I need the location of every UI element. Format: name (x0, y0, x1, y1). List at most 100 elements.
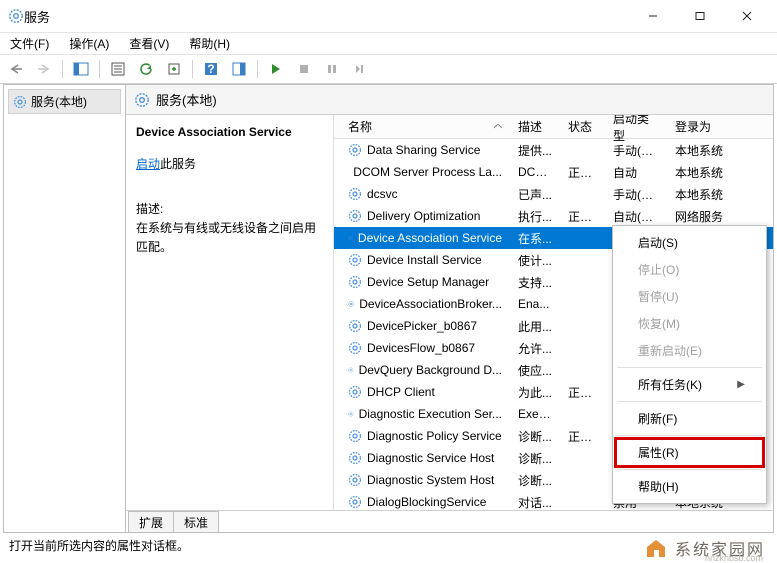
gear-icon (348, 231, 353, 245)
gear-icon (348, 363, 354, 377)
gear-icon (348, 341, 362, 355)
bottom-tabs: 扩展 标准 (126, 510, 773, 532)
ctx-restart: 重新启动(E) (616, 337, 763, 364)
service-name-cell: Diagnostic Policy Service (367, 429, 502, 443)
col-status[interactable]: 状态 (560, 115, 605, 139)
forward-button[interactable] (32, 57, 56, 81)
service-name-cell: DialogBlockingService (367, 495, 486, 509)
service-name-cell: DCOM Server Process La... (353, 165, 502, 179)
tree-pane: 服务(本地) (4, 85, 126, 532)
ctx-all-tasks[interactable]: 所有任务(K)▶ (616, 371, 763, 398)
service-desc-cell: 提供... (510, 142, 560, 159)
properties-button[interactable] (106, 57, 130, 81)
gear-icon (348, 187, 362, 201)
help-pane-button[interactable] (227, 57, 251, 81)
section-title: 服务(本地) (156, 90, 217, 109)
detail-pane: Device Association Service 启动此服务 描述: 在系统… (126, 115, 334, 510)
service-name-cell: Delivery Optimization (367, 209, 480, 223)
tab-standard[interactable]: 标准 (174, 511, 219, 532)
column-headers: 名称 描述 状态 启动类型 登录为 (334, 115, 773, 139)
service-desc-cell: 诊断... (510, 450, 560, 467)
service-name-cell: Device Install Service (367, 253, 482, 267)
close-button[interactable] (724, 2, 769, 30)
service-name: Device Association Service (136, 125, 323, 139)
watermark: 系统家园网 hnzkhbsb.com (643, 535, 765, 561)
gear-icon (348, 253, 362, 267)
service-row[interactable]: DCOM Server Process La...DCOM...正在...自动本… (334, 161, 773, 183)
back-button[interactable] (4, 57, 28, 81)
service-name-cell: Data Sharing Service (367, 143, 480, 157)
service-desc-cell: 诊断... (510, 472, 560, 489)
ctx-pause: 暂停(U) (616, 283, 763, 310)
maximize-button[interactable] (677, 2, 722, 30)
service-status-cell: 正在... (560, 384, 605, 401)
service-start-cell: 自动 (605, 164, 667, 181)
service-desc-cell: 此用... (510, 318, 560, 335)
col-desc[interactable]: 描述 (510, 115, 560, 139)
ctx-resume: 恢复(M) (616, 310, 763, 337)
menu-action[interactable]: 操作(A) (65, 33, 113, 54)
col-name[interactable]: 名称 (340, 115, 510, 139)
service-desc-cell: 执行... (510, 208, 560, 225)
stop-service-button[interactable] (292, 57, 316, 81)
gear-icon (348, 495, 362, 509)
menu-help[interactable]: 帮助(H) (185, 33, 234, 54)
window-title: 服务 (24, 7, 630, 26)
menu-file[interactable]: 文件(F) (6, 33, 53, 54)
gear-icon (348, 473, 362, 487)
service-name-cell: dcsvc (367, 187, 398, 201)
gear-icon (348, 385, 362, 399)
desc-text: 在系统与有线或无线设备之间启用匹配。 (136, 219, 323, 257)
service-desc-cell: 支持... (510, 274, 560, 291)
service-row[interactable]: Delivery Optimization执行...正在...自动(延迟...网… (334, 205, 773, 227)
status-text: 打开当前所选内容的属性对话框。 (9, 537, 189, 554)
minimize-button[interactable] (630, 2, 675, 30)
col-logon[interactable]: 登录为 (667, 115, 773, 139)
service-name-cell: DevQuery Background D... (359, 363, 502, 377)
start-link[interactable]: 启动 (136, 157, 160, 171)
start-service-button[interactable] (264, 57, 288, 81)
ctx-start[interactable]: 启动(S) (616, 229, 763, 256)
restart-service-button[interactable] (348, 57, 372, 81)
gear-icon (348, 429, 362, 443)
svg-text:?: ? (207, 62, 214, 76)
menu-view[interactable]: 查看(V) (125, 33, 173, 54)
tree-root-item[interactable]: 服务(本地) (8, 89, 121, 114)
service-row[interactable]: Data Sharing Service提供...手动(触发...本地系统 (334, 139, 773, 161)
service-name-cell: DevicesFlow_b0867 (367, 341, 475, 355)
service-name-cell: DevicePicker_b0867 (367, 319, 477, 333)
service-logon-cell: 本地系统 (667, 142, 773, 159)
ctx-stop: 停止(O) (616, 256, 763, 283)
gear-icon (348, 143, 362, 157)
service-start-cell: 自动(延迟... (605, 208, 667, 225)
refresh-button[interactable] (134, 57, 158, 81)
menu-bar: 文件(F) 操作(A) 查看(V) 帮助(H) (0, 32, 777, 54)
service-row[interactable]: dcsvc已声...手动(触发...本地系统 (334, 183, 773, 205)
gear-icon (348, 275, 362, 289)
pause-service-button[interactable] (320, 57, 344, 81)
context-menu: 启动(S) 停止(O) 暂停(U) 恢复(M) 重新启动(E) 所有任务(K)▶… (612, 225, 767, 504)
ctx-help[interactable]: 帮助(H) (616, 473, 763, 500)
service-name-cell: Diagnostic System Host (367, 473, 494, 487)
service-name-cell: DeviceAssociationBroker... (359, 297, 502, 311)
show-hide-pane-button[interactable] (69, 57, 93, 81)
export-button[interactable] (162, 57, 186, 81)
service-desc-cell: 使应... (510, 362, 560, 379)
service-desc-cell: 对话... (510, 494, 560, 511)
toolbar: ? (0, 54, 777, 84)
gear-icon (348, 297, 354, 311)
app-icon (8, 8, 24, 24)
gear-icon (348, 451, 362, 465)
tab-extended[interactable]: 扩展 (128, 511, 174, 532)
service-start-cell: 手动(触发... (605, 186, 667, 203)
service-status-cell: 正在... (560, 208, 605, 225)
ctx-properties[interactable]: 属性(R) (616, 439, 763, 466)
service-desc-cell: 诊断... (510, 428, 560, 445)
start-suffix: 此服务 (160, 157, 196, 171)
help-button[interactable]: ? (199, 57, 223, 81)
ctx-refresh[interactable]: 刷新(F) (616, 405, 763, 432)
gear-icon (134, 92, 150, 108)
service-name-cell: Diagnostic Execution Ser... (359, 407, 502, 421)
service-desc-cell: 使计... (510, 252, 560, 269)
watermark-icon (643, 535, 669, 561)
